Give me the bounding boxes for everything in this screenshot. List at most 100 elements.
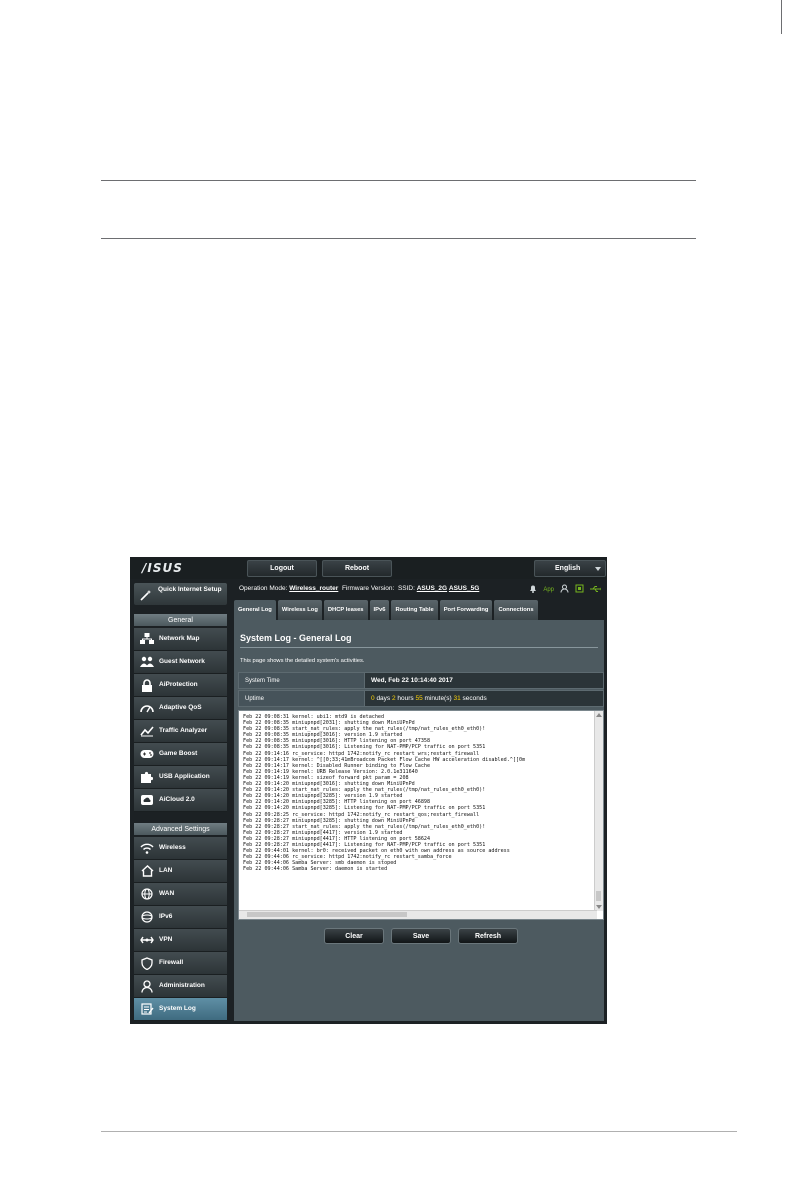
sidebar-item-aicloud[interactable]: AiCloud 2.0 (134, 789, 227, 812)
scroll-up-icon[interactable] (596, 713, 602, 717)
sidebar-item-wireless[interactable]: Wireless (134, 837, 227, 860)
ssid-2g-link[interactable]: ASUS_2G (417, 585, 447, 592)
shield-icon (140, 956, 154, 970)
system-time-label: System Time (239, 673, 365, 688)
uptime-minutes-unit: minute(s) (424, 695, 452, 702)
title-divider (240, 647, 598, 648)
ipv6-globe-icon (140, 910, 154, 924)
top-bar: /ISUS Logout Reboot English (130, 557, 607, 579)
user-icon (140, 979, 154, 993)
uptime-value: 0 days 2 hours 55 minute(s) 31 seconds (371, 695, 487, 702)
usb-icon[interactable] (590, 585, 601, 595)
traffic-analyzer-icon (140, 724, 154, 738)
uptime-row: Uptime 0 days 2 hours 55 minute(s) 31 se… (238, 690, 604, 707)
general-log-panel: System Log - General Log This page shows… (234, 620, 604, 1021)
system-log-textarea[interactable]: Feb 22 09:08:31 kernel: ubi1: mtd9 is de… (238, 710, 604, 920)
sidebar-item-firewall[interactable]: Firewall (134, 952, 227, 975)
vpn-icon (140, 933, 154, 947)
sidebar-item-label: Guest Network (159, 658, 205, 665)
system-log-icon (140, 1002, 154, 1016)
sidebar-item-label: Adaptive QoS (159, 704, 202, 711)
uptime-days: 0 (371, 695, 375, 702)
sidebar-item-traffic-analyzer[interactable]: Traffic Analyzer (134, 720, 227, 743)
page-description: This page shows the detailed system's ac… (240, 658, 365, 664)
app-link[interactable]: App (543, 587, 554, 593)
sidebar-item-label: Administration (159, 982, 205, 989)
vertical-scrollbar[interactable] (594, 711, 603, 911)
client-status-icon[interactable] (560, 584, 569, 595)
sidebar-item-usb-application[interactable]: USB Application (134, 766, 227, 789)
log-tabs: General Log Wireless Log DHCP leases IPv… (234, 600, 538, 620)
sidebar-item-label: Firewall (159, 959, 184, 966)
sidebar-item-game-boost[interactable]: Game Boost (134, 743, 227, 766)
save-button[interactable]: Save (391, 928, 451, 944)
vertical-scroll-thumb[interactable] (596, 891, 601, 901)
language-select[interactable]: English (534, 560, 606, 577)
uptime-minutes: 55 (415, 695, 423, 702)
sidebar-item-network-map[interactable]: Network Map (134, 628, 227, 651)
sidebar-item-aiprotection[interactable]: AiProtection (134, 674, 227, 697)
language-value: English (555, 565, 581, 572)
sidebar-item-lan[interactable]: LAN (134, 860, 227, 883)
sidebar-item-label: LAN (159, 867, 173, 874)
uptime-seconds: 31 (453, 695, 461, 702)
quick-internet-setup-button[interactable]: Quick Internet Setup (134, 583, 227, 605)
horizontal-scroll-thumb[interactable] (247, 912, 407, 917)
tab-wireless-log[interactable]: Wireless Log (277, 600, 322, 620)
wifi-icon (140, 841, 154, 855)
sidebar-item-vpn[interactable]: VPN (134, 929, 227, 952)
sidebar-item-label: AiProtection (159, 681, 198, 688)
uptime-hours: 2 (391, 695, 396, 702)
lock-icon (140, 678, 154, 692)
clear-button[interactable]: Clear (324, 928, 384, 944)
page-title: System Log - General Log (240, 633, 352, 643)
tab-general-log[interactable]: General Log (234, 600, 276, 620)
sidebar-item-label: Wireless (159, 844, 186, 851)
scroll-down-icon[interactable] (596, 905, 602, 909)
sidebar-item-adaptive-qos[interactable]: Adaptive QoS (134, 697, 227, 720)
bell-icon[interactable] (529, 584, 537, 595)
ssid-5g-link[interactable]: ASUS_5G (449, 585, 479, 592)
sidebar-item-label: Network Map (159, 635, 200, 642)
refresh-button[interactable]: Refresh (458, 928, 518, 944)
reboot-button[interactable]: Reboot (322, 560, 392, 577)
sidebar-item-guest-network[interactable]: Guest Network (134, 651, 227, 674)
operation-mode-link[interactable]: Wireless_router (289, 585, 338, 592)
internet-status-icon[interactable] (575, 584, 584, 595)
puzzle-icon (140, 770, 154, 784)
tab-ipv6[interactable]: IPv6 (369, 600, 390, 620)
cloud-icon (140, 793, 154, 807)
uptime-hours-unit: hours (397, 695, 414, 702)
router-web-ui-screenshot: /ISUS Logout Reboot English Quick Intern… (130, 557, 607, 1024)
firmware-version-label: Firmware Version: (341, 585, 395, 592)
sidebar-item-label: System Log (159, 1005, 196, 1012)
uptime-label: Uptime (239, 691, 365, 706)
horizontal-scrollbar[interactable] (239, 910, 597, 919)
operation-bar: Operation Mode: Wireless_router Firmware… (232, 579, 607, 598)
sidebar-item-label: VPN (159, 936, 173, 943)
tab-dhcp-leases[interactable]: DHCP leases (323, 600, 368, 620)
logout-button[interactable]: Logout (247, 560, 317, 577)
log-text: Feb 22 09:08:31 kernel: ubi1: mtd9 is de… (243, 714, 526, 873)
general-section-header: General (134, 614, 227, 626)
sidebar-item-administration[interactable]: Administration (134, 975, 227, 998)
uptime-days-unit: days (376, 695, 391, 702)
sidebar-item-ipv6[interactable]: IPv6 (134, 906, 227, 929)
network-map-icon (140, 632, 154, 646)
tab-port-forwarding[interactable]: Port Forwarding (439, 600, 493, 620)
status-icons: App (529, 584, 601, 595)
home-icon (140, 864, 154, 878)
system-time-value: Wed, Feb 22 10:14:40 2017 (371, 677, 453, 684)
sidebar-item-system-log[interactable]: System Log (134, 998, 227, 1021)
operation-mode-label: Operation Mode: (239, 585, 288, 592)
sidebar-item-wan[interactable]: WAN (134, 883, 227, 906)
tab-connections[interactable]: Connections (494, 600, 538, 620)
chevron-down-icon (595, 567, 601, 571)
sidebar-item-label: USB Application (159, 773, 210, 780)
page-top-rule (781, 0, 782, 34)
section-rule-bottom (101, 238, 696, 239)
ssid-label: SSID: (397, 585, 415, 592)
tab-routing-table[interactable]: Routing Table (391, 600, 438, 620)
gauge-icon (140, 701, 154, 715)
gamepad-icon (140, 747, 154, 761)
